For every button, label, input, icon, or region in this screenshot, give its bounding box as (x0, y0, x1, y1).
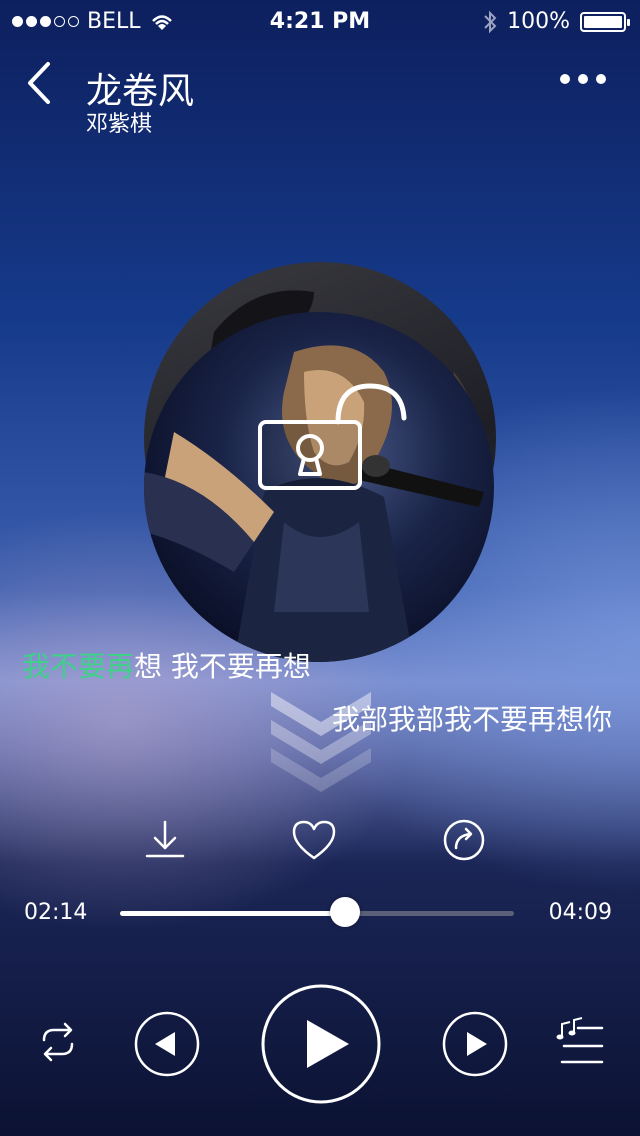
lyric-next: 我部我部我不要再想你 (331, 703, 612, 736)
progress-bar[interactable] (120, 911, 514, 916)
lyric-current: 我不要再想 我不要再想 (22, 645, 311, 685)
repeat-icon[interactable] (34, 1020, 82, 1064)
lyric-highlight: 我不要再 (22, 650, 135, 683)
status-bar: BELL 4:21 PM 100% (0, 0, 640, 44)
progress-played (120, 911, 345, 916)
album-art (144, 262, 496, 662)
more-dots-icon[interactable] (560, 74, 606, 84)
battery-label: 100% (507, 9, 570, 34)
battery-icon (580, 11, 630, 32)
share-icon[interactable] (440, 816, 488, 864)
artist-name: 邓紫棋 (86, 112, 153, 137)
status-right: 100% (483, 9, 630, 34)
unlock-icon[interactable] (258, 382, 410, 492)
download-icon[interactable] (141, 816, 189, 864)
progress-knob[interactable] (329, 897, 360, 927)
previous-icon[interactable] (133, 1010, 201, 1078)
chevron-left-icon[interactable] (20, 58, 60, 108)
playlist-icon[interactable] (556, 1016, 606, 1066)
current-time: 02:14 (24, 900, 88, 925)
total-time: 04:09 (548, 900, 612, 925)
action-bar (0, 814, 640, 868)
lyric-rest: 想 我不要再想 (134, 650, 311, 683)
bluetooth-icon (484, 10, 497, 33)
next-icon[interactable] (441, 1010, 509, 1078)
heart-icon[interactable] (290, 816, 338, 864)
play-icon[interactable] (259, 982, 383, 1106)
